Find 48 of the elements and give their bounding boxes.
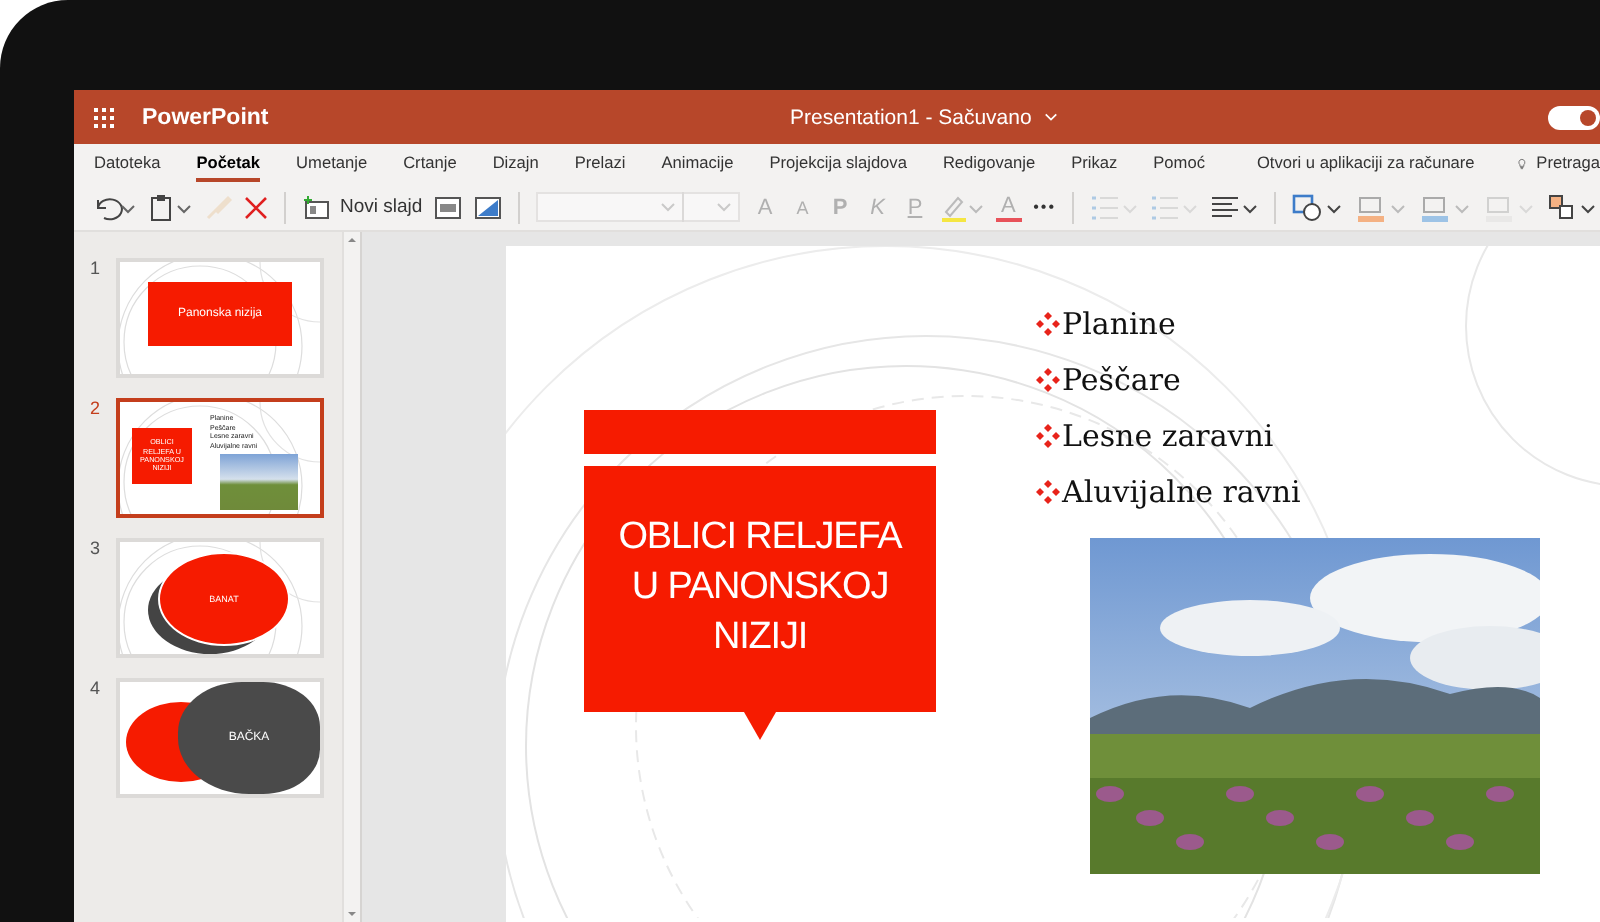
slide-number: 4	[90, 678, 98, 698]
diamond-bullet-icon	[1036, 368, 1060, 392]
document-title[interactable]: Presentation1 - Sačuvano	[790, 105, 1058, 129]
app-launcher-icon[interactable]	[92, 105, 116, 129]
photo-placeholder	[220, 454, 298, 510]
scroll-down-icon[interactable]	[344, 906, 360, 922]
diamond-bullet-icon	[1036, 480, 1060, 504]
shapes-icon[interactable]	[1292, 193, 1344, 221]
slide-title: OBLICI RELJEFA U PANONSKOJ NIZIJI	[616, 514, 905, 662]
background-icon[interactable]	[474, 195, 503, 219]
ribbon-toggle[interactable]	[1548, 105, 1600, 129]
slide-number: 2	[90, 398, 98, 418]
align-icon[interactable]	[1210, 193, 1258, 221]
ribbon-tab[interactable]: Redigovanje	[942, 146, 1036, 182]
new-slide-icon[interactable]	[302, 195, 330, 219]
slide-number: 3	[90, 538, 98, 558]
open-in-app-link[interactable]: Otvori u aplikaciji za računare	[1256, 146, 1475, 182]
diamond-bullet-icon	[1036, 424, 1060, 448]
bullet-text: Aluvijalne ravni	[1062, 474, 1301, 510]
outline-pen-icon[interactable]	[1420, 193, 1472, 221]
delete-icon[interactable]	[244, 195, 268, 219]
ribbon-tab[interactable]: Crtanje	[403, 146, 457, 182]
layout-icon[interactable]	[434, 195, 463, 219]
ribbon-tab[interactable]: Projekcija slajdova	[769, 146, 907, 182]
scroll-up-icon[interactable]	[344, 232, 360, 248]
app-name: PowerPoint	[142, 105, 269, 129]
clipboard-icon[interactable]	[148, 193, 192, 221]
search-link[interactable]: Pretraga	[1536, 146, 1600, 182]
new-slide-button[interactable]: Novi slajd	[302, 195, 423, 219]
ribbon-tab[interactable]: Dizajn	[492, 146, 539, 182]
undo-icon[interactable]	[92, 193, 136, 221]
ribbon-tab[interactable]: Datoteka	[94, 146, 161, 182]
ribbon-tab[interactable]: Pomoć	[1153, 146, 1205, 182]
ribbon-tab[interactable]: Prelazi	[574, 146, 626, 182]
ribbon-tab[interactable]: Početak	[196, 146, 261, 182]
ribbon-tab[interactable]: Umetanje	[296, 146, 368, 182]
bullet-text: Peščare	[1062, 362, 1181, 398]
bullet-text: Lesne zaravni	[1062, 418, 1274, 454]
slide-number: 1	[90, 258, 98, 278]
diamond-bullet-icon	[1036, 312, 1060, 336]
bullet-text: Planine	[1062, 306, 1176, 342]
arrange-icon[interactable]	[1548, 193, 1600, 221]
ribbon-tab[interactable]: Prikaz	[1071, 146, 1118, 182]
more-button[interactable]: •••	[1033, 198, 1056, 216]
ribbon-tab[interactable]: Animacije	[661, 146, 734, 182]
scrollbar[interactable]	[342, 232, 360, 922]
fill-bucket-icon[interactable]	[1356, 193, 1408, 221]
highlighter-icon[interactable]	[939, 193, 984, 221]
